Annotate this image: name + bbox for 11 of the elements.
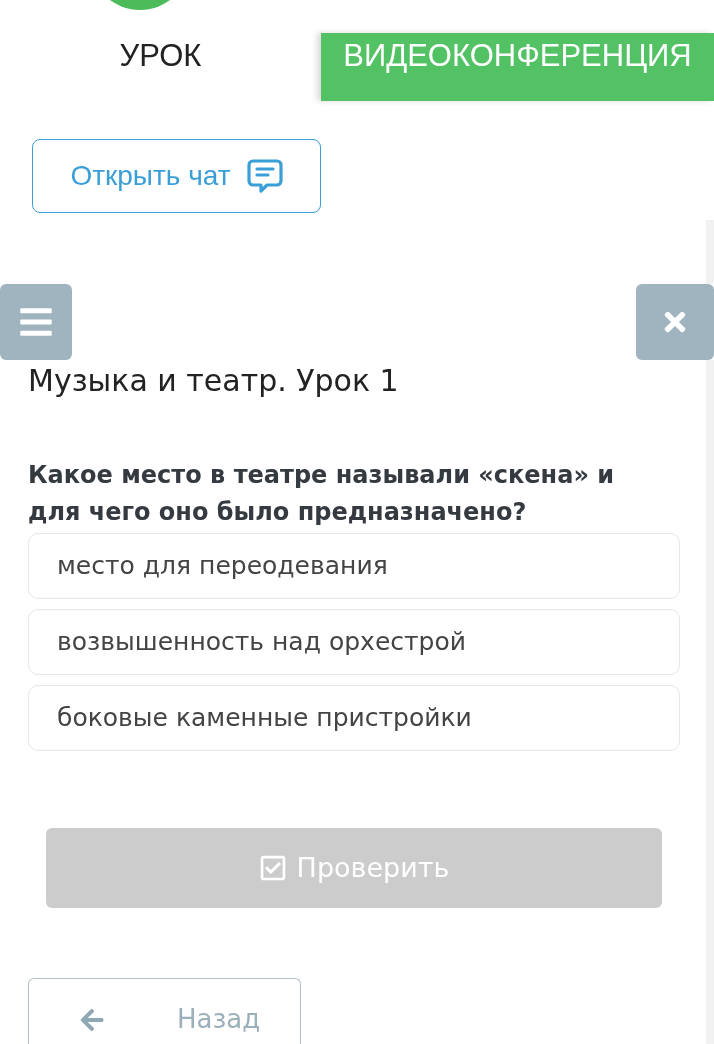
scrollbar-track[interactable] <box>706 360 714 1044</box>
menu-button[interactable] <box>0 284 72 360</box>
answer-option[interactable]: боковые каменные пристройки <box>28 685 680 751</box>
answer-option[interactable]: место для переодевания <box>28 533 680 599</box>
question-text: Какое место в театре называли «скена» и для чего оно было предназначено? <box>28 460 616 528</box>
scrollbar-track[interactable] <box>706 220 714 284</box>
answer-option[interactable]: возвышенность над орхестрой <box>28 609 680 675</box>
chat-icon <box>246 158 283 194</box>
lesson-title: Музыка и театр. Урок 1 <box>28 362 399 400</box>
arrow-left-icon <box>79 1006 105 1033</box>
close-button[interactable] <box>636 284 714 360</box>
